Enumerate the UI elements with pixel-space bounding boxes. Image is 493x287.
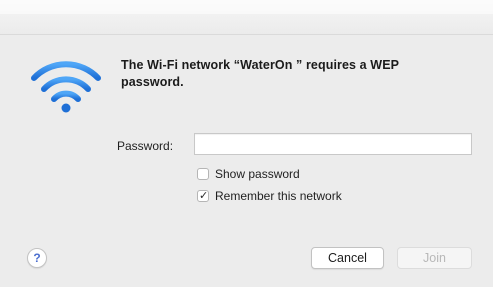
dialog-message: The Wi-Fi network “WaterOn ” requires a … [121,57,489,91]
question-icon: ? [33,251,41,265]
message-line-1: The Wi-Fi network “WaterOn ” requires a … [121,58,400,72]
wifi-password-dialog: The Wi-Fi network “WaterOn ” requires a … [0,0,493,287]
checkmark-icon: ✓ [199,190,209,202]
join-button[interactable]: Join [397,247,472,269]
password-label: Password: [117,139,174,153]
title-bar-highlight [0,0,493,14]
wifi-icon [31,61,101,113]
cancel-button[interactable]: Cancel [311,247,384,269]
show-password-checkbox[interactable]: Show password [197,166,300,182]
show-password-label[interactable]: Show password [215,167,300,181]
show-password-box[interactable] [197,168,209,180]
remember-network-label[interactable]: Remember this network [215,189,342,203]
remember-network-box[interactable]: ✓ [197,190,209,202]
title-bar[interactable] [0,0,493,35]
remember-network-checkbox[interactable]: ✓ Remember this network [197,188,342,204]
help-button[interactable]: ? [27,248,47,268]
password-input[interactable] [194,133,472,155]
message-line-2: password. [121,75,184,89]
